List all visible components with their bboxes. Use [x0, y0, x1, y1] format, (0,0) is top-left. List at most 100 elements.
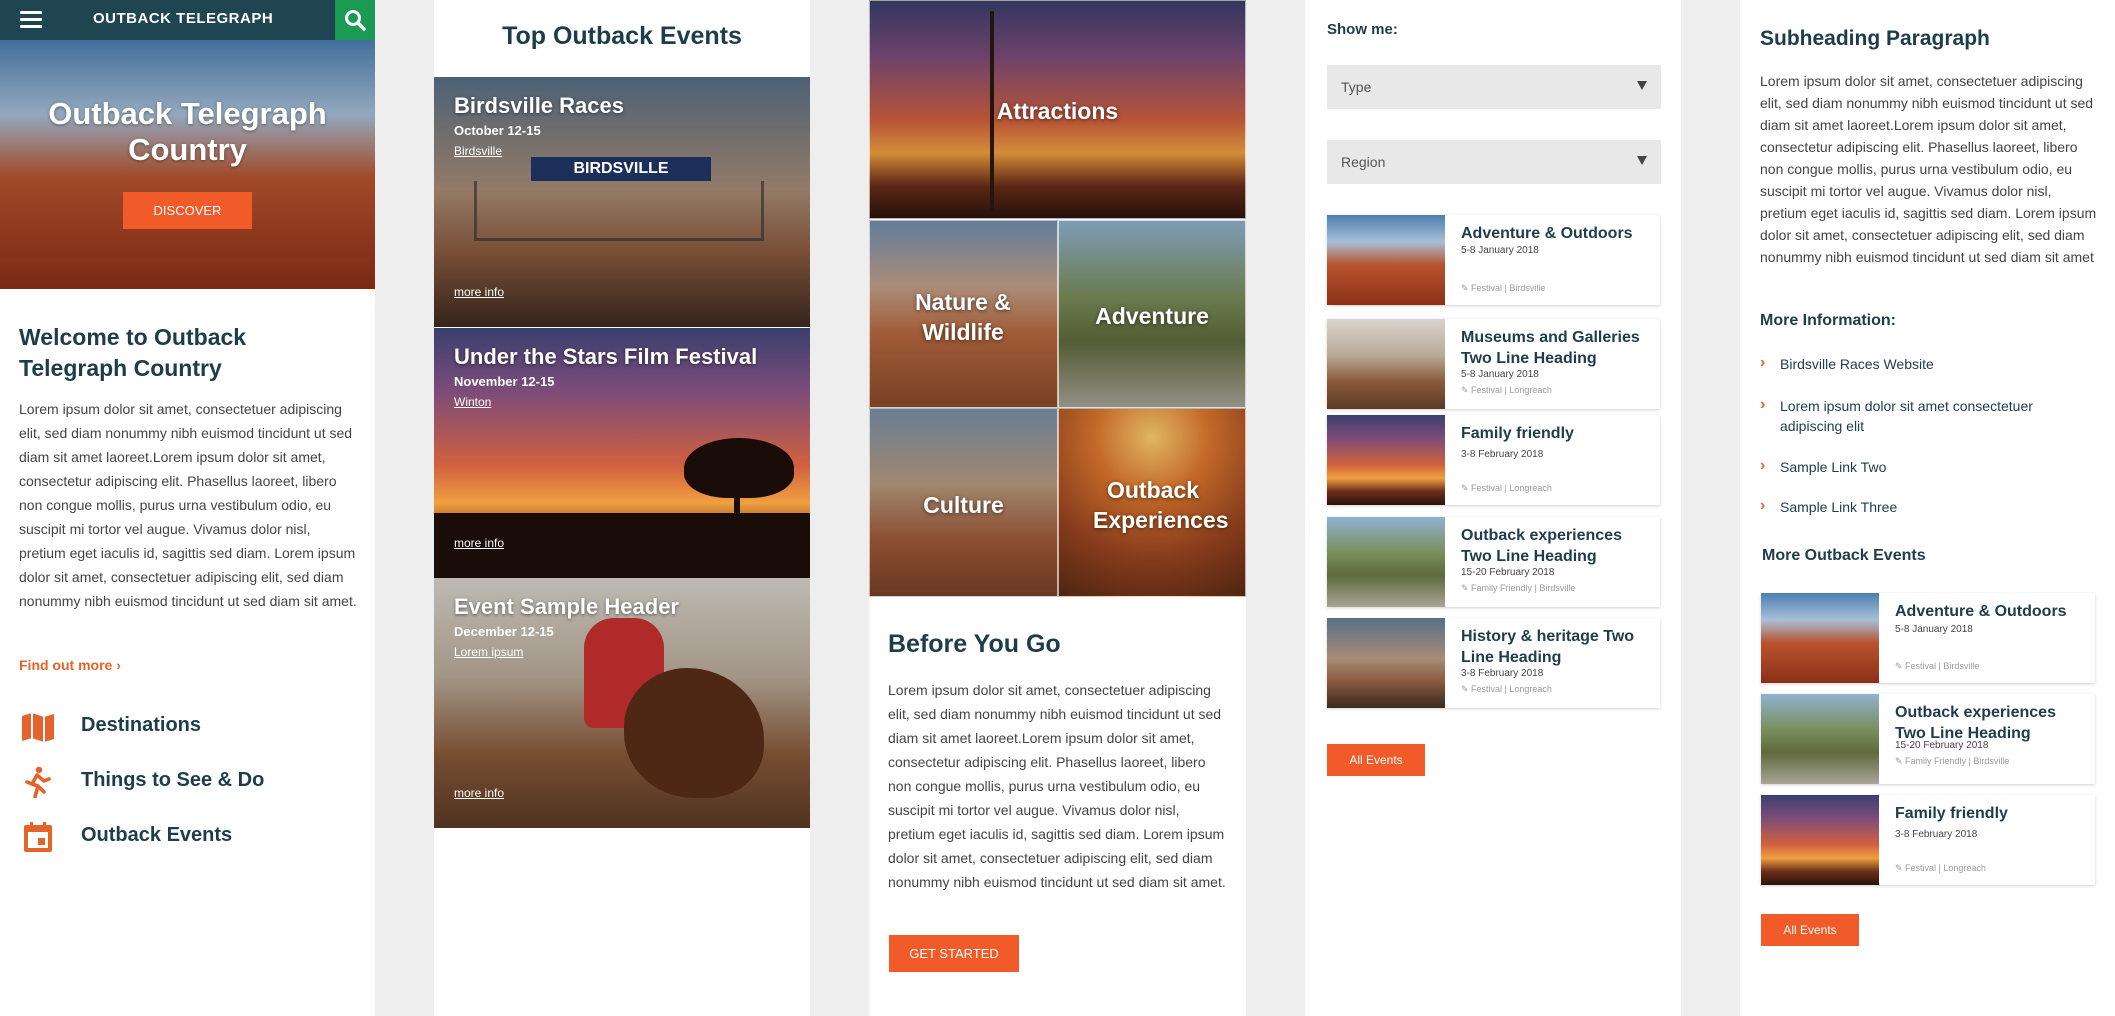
list-item[interactable]: History & heritage Two Line Heading 3-8 … — [1327, 618, 1660, 708]
tile-label: Attractions — [996, 98, 1119, 124]
tile-label: Outback Experiences — [1093, 477, 1229, 533]
tag-icon: ✎ — [1895, 863, 1906, 873]
event-title: Birdsville Races — [454, 93, 624, 118]
tile-adventure[interactable]: Adventure — [1058, 220, 1246, 408]
link-lorem-ipsum[interactable]: › Lorem ipsum dolor sit amet consectetue… — [1760, 396, 2090, 438]
link-label: Sample Link Three — [1780, 499, 1898, 515]
home-panel: OUTBACK TELEGRAPH Outback Telegraph Coun… — [0, 0, 375, 1016]
tag-icon: ✎ — [1461, 385, 1472, 395]
tile-label: Nature & Wildlife — [915, 289, 1011, 345]
list-item-tags: ✎ Festival | Longreach — [1895, 863, 1986, 874]
event-location-link[interactable]: Lorem ipsum — [454, 645, 523, 659]
event-card-film-festival[interactable]: Under the Stars Film Festival November 1… — [434, 328, 810, 578]
tile-outback-experiences[interactable]: Outback Experiences — [1058, 408, 1246, 597]
event-thumbnail — [1761, 593, 1879, 683]
discover-button[interactable]: DISCOVER — [123, 192, 252, 229]
chevron-right-icon: › — [1760, 457, 1766, 474]
list-item-tags: ✎ Festival | Longreach — [1461, 684, 1552, 695]
tile-label: Culture — [923, 492, 1004, 518]
list-item-tags: ✎ Festival | Longreach — [1461, 385, 1552, 396]
get-started-button[interactable]: GET STARTED — [889, 935, 1019, 972]
tags-text: Family Friendly | Birdsville — [1905, 756, 2010, 766]
list-item-title: Museums and Galleries Two Line Heading — [1461, 329, 1640, 367]
list-item-title: Family friendly — [1461, 425, 1574, 442]
all-events-button[interactable]: All Events — [1327, 744, 1425, 776]
link-label: Lorem ipsum dolor sit amet consectetuer … — [1780, 398, 2033, 434]
list-item[interactable]: Outback experiences Two Line Heading 15-… — [1327, 517, 1660, 607]
site-logo[interactable]: OUTBACK TELEGRAPH — [93, 10, 273, 27]
list-item-tags: ✎ Festival | Birdsville — [1895, 661, 1979, 672]
tag-icon: ✎ — [1895, 756, 1906, 766]
list-item-date: 3-8 February 2018 — [1461, 668, 1544, 679]
top-events-heading: Top Outback Events — [502, 22, 742, 50]
list-item-date: 3-8 February 2018 — [1895, 829, 1978, 840]
list-item-date: 15-20 February 2018 — [1461, 567, 1555, 578]
dropdown-arrow-icon — [1637, 156, 1647, 165]
list-item-date: 5-8 January 2018 — [1895, 624, 1973, 635]
dropdown-arrow-icon — [1637, 81, 1647, 90]
event-card-birdsville[interactable]: BIRDSVILLE Birdsville Races October 12-1… — [434, 77, 810, 327]
select-value: Region — [1341, 154, 1386, 170]
more-info-link[interactable]: more info — [454, 786, 504, 800]
event-location-link[interactable]: Winton — [454, 395, 491, 409]
event-card-sample[interactable]: Event Sample Header December 12-15 Lorem… — [434, 578, 810, 828]
event-thumbnail — [1761, 694, 1879, 784]
event-thumbnail — [1327, 517, 1445, 607]
tag-icon: ✎ — [1461, 283, 1472, 293]
list-item[interactable]: Outback experiences Two Line Heading 15-… — [1761, 694, 2095, 784]
more-info-link[interactable]: more info — [454, 536, 504, 550]
list-item[interactable]: Adventure & Outdoors 5-8 January 2018 ✎ … — [1327, 215, 1660, 305]
event-listing-panel: Show me: Type Region Adventure & Outdoor… — [1305, 0, 1681, 1016]
link-label: Birdsville Races Website — [1780, 356, 1934, 372]
type-select[interactable]: Type — [1327, 65, 1661, 109]
list-item-title: Outback experiences Two Line Heading — [1461, 527, 1622, 565]
more-information-heading: More Information: — [1760, 312, 1896, 329]
find-out-more-link[interactable]: Find out more › — [19, 657, 121, 673]
list-item-title: Outback experiences Two Line Heading — [1895, 704, 2056, 742]
find-out-more-label: Find out more — [19, 657, 113, 673]
tile-nature-wildlife[interactable]: Nature & Wildlife — [869, 220, 1058, 408]
link-label: Sample Link Two — [1780, 459, 1887, 475]
search-button[interactable] — [335, 0, 375, 40]
list-item-tags: ✎ Festival | Birdsville — [1461, 283, 1545, 294]
link-birdsville-races[interactable]: › Birdsville Races Website — [1760, 354, 2090, 376]
tile-label: Adventure — [1095, 303, 1209, 329]
subheading-paragraph: Lorem ipsum dolor sit amet, consectetuer… — [1760, 73, 2097, 265]
list-item[interactable]: Museums and Galleries Two Line Heading 5… — [1327, 319, 1660, 409]
list-item[interactable]: Family friendly 3-8 February 2018 ✎ Fest… — [1327, 415, 1660, 505]
list-item-title: Family friendly — [1895, 805, 2008, 822]
before-you-go-paragraph: Lorem ipsum dolor sit amet, consectetuer… — [888, 682, 1226, 890]
tags-text: Festival | Birdsville — [1905, 661, 1980, 671]
top-navigation-bar: OUTBACK TELEGRAPH — [0, 0, 375, 40]
nav-label: Things to See & Do — [81, 769, 265, 791]
nav-label: Destinations — [81, 714, 202, 736]
link-sample-three[interactable]: › Sample Link Three — [1760, 497, 2090, 519]
link-sample-two[interactable]: › Sample Link Two — [1760, 457, 2090, 479]
list-item-tags: ✎ Family Friendly | Birdsville — [1895, 756, 2009, 767]
hamburger-menu-icon[interactable] — [20, 11, 42, 29]
nav-outback-events[interactable]: Outback Events — [20, 817, 320, 857]
event-thumbnail — [1761, 795, 1879, 885]
list-item-date: 5-8 January 2018 — [1461, 369, 1539, 380]
list-item[interactable]: Adventure & Outdoors 5-8 January 2018 ✎ … — [1761, 593, 2095, 683]
nav-things-to-see[interactable]: Things to See & Do — [20, 762, 320, 802]
event-location-link[interactable]: Birdsville — [454, 144, 502, 158]
event-date: December 12-15 — [454, 624, 554, 639]
more-info-link[interactable]: more info — [454, 285, 504, 299]
tag-icon: ✎ — [1895, 661, 1906, 671]
calendar-icon — [24, 822, 52, 852]
tile-culture[interactable]: Culture — [869, 408, 1058, 597]
subheading: Subheading Paragraph — [1760, 27, 1990, 50]
map-icon — [22, 713, 54, 742]
list-item[interactable]: Family friendly 3-8 February 2018 ✎ Fest… — [1761, 795, 2095, 885]
select-value: Type — [1341, 79, 1372, 95]
region-select[interactable]: Region — [1327, 140, 1661, 184]
starting-gate-structure — [474, 181, 764, 241]
tag-icon: ✎ — [1461, 684, 1472, 694]
tile-attractions[interactable]: Attractions — [869, 0, 1246, 219]
more-outback-events-heading: More Outback Events — [1762, 547, 1926, 564]
all-events-button[interactable]: All Events — [1761, 914, 1859, 946]
chevron-right-icon: › — [1760, 497, 1766, 514]
nav-destinations[interactable]: Destinations — [20, 707, 320, 747]
list-item-date: 3-8 February 2018 — [1461, 449, 1544, 460]
